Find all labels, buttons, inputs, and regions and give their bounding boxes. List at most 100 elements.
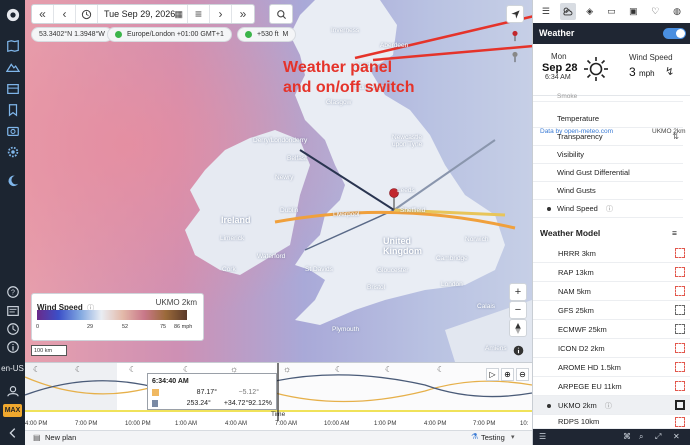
layers-icon[interactable] bbox=[4, 80, 21, 97]
map-label-liverpool: Liverpool bbox=[333, 211, 360, 218]
tab-layers[interactable]: ◈ bbox=[582, 3, 598, 20]
tab-menu[interactable]: ☰ bbox=[538, 3, 554, 20]
compass-button[interactable] bbox=[509, 319, 527, 337]
model-rap[interactable]: RAP 13km bbox=[533, 263, 690, 282]
elevation-chip[interactable]: +530 ft M bbox=[237, 27, 297, 42]
new-plan-icon: ▤ bbox=[33, 433, 41, 442]
sort-icon[interactable]: ⇅ bbox=[672, 128, 679, 146]
zoom-in-button[interactable]: + bbox=[509, 283, 527, 301]
timeline-tick: 7:00 AM bbox=[275, 421, 298, 427]
collapse-icon[interactable] bbox=[4, 424, 21, 441]
timeline-tick: 7:00 PM bbox=[75, 421, 98, 427]
coverage-bracket-icon bbox=[675, 417, 685, 427]
chevron-down-icon[interactable]: ▾ bbox=[511, 433, 515, 441]
timeline-zoom-in-button[interactable]: ⊕ bbox=[501, 368, 514, 381]
close-icon[interactable]: ✕ bbox=[673, 432, 680, 441]
tab-gallery[interactable]: ▣ bbox=[625, 3, 641, 20]
testing-dropdown[interactable]: Testing bbox=[481, 433, 505, 442]
tooltip-time: 6:34:40 AM bbox=[152, 378, 189, 385]
step-forward-button[interactable]: › bbox=[210, 5, 232, 23]
sun-swatch bbox=[152, 389, 159, 396]
model-hrrr[interactable]: HRRR 3km bbox=[533, 244, 690, 263]
search-box bbox=[269, 4, 293, 24]
search-button[interactable] bbox=[270, 5, 292, 23]
step-back-button[interactable]: ‹ bbox=[54, 5, 76, 23]
camera-icon[interactable] bbox=[4, 122, 21, 139]
pin-tool-alt-button[interactable] bbox=[506, 48, 524, 66]
model-arpege[interactable]: ARPEGE EU 11km bbox=[533, 377, 690, 396]
weather-toggle-switch[interactable] bbox=[663, 28, 686, 39]
map-label-uk: United Kingdom bbox=[383, 236, 422, 256]
info-icon[interactable] bbox=[4, 338, 21, 355]
info-icon[interactable]: ⓘ bbox=[605, 403, 612, 410]
model-ecmwf[interactable]: ECMWF 25km bbox=[533, 320, 690, 339]
clock-button[interactable] bbox=[76, 5, 98, 23]
timezone-chip[interactable]: Europe/London +01:00 GMT+1 bbox=[107, 27, 232, 42]
link-icon[interactable]: ⌘ bbox=[623, 432, 631, 441]
mountain-icon[interactable] bbox=[4, 58, 21, 75]
search-icon[interactable]: ⌕ bbox=[639, 432, 643, 442]
model-ukmo[interactable]: UKMO 2km ⓘ bbox=[533, 396, 690, 415]
model-menu-icon[interactable]: ≡ bbox=[672, 224, 677, 242]
variable-wind-gust-differential[interactable]: Wind Gust Differential bbox=[533, 164, 683, 182]
map-label-london: London bbox=[441, 281, 463, 288]
map-label-waterford: Waterford bbox=[257, 253, 286, 260]
map-canvas[interactable]: Inverness Aberdeen Dundee Edinburgh Glas… bbox=[25, 0, 532, 362]
account-icon[interactable] bbox=[4, 382, 21, 399]
pin-tool-button[interactable] bbox=[506, 27, 524, 45]
coordinates-chip[interactable]: 53.3402°N 1.3948°W bbox=[31, 27, 113, 42]
news-icon[interactable] bbox=[4, 302, 21, 319]
bookmark-icon[interactable] bbox=[4, 101, 21, 118]
model-nam[interactable]: NAM 5km bbox=[533, 282, 690, 301]
app-logo-icon[interactable] bbox=[4, 6, 21, 23]
tab-weather[interactable] bbox=[559, 2, 576, 20]
fullscreen-icon[interactable]: ⤢ bbox=[655, 432, 661, 442]
play-button[interactable]: ▷ bbox=[486, 368, 499, 381]
timeline-zoom-out-button[interactable]: ⊖ bbox=[516, 368, 529, 381]
skip-forward-button[interactable]: » bbox=[232, 5, 254, 23]
locate-button[interactable] bbox=[506, 5, 524, 23]
map-label-cork: Cork bbox=[222, 266, 236, 273]
variable-wind-gusts[interactable]: Wind Gusts bbox=[533, 182, 683, 200]
menu-button[interactable]: ≡ bbox=[188, 5, 210, 23]
plan-badge[interactable]: MAX bbox=[3, 404, 22, 417]
map-scale: 100 km bbox=[31, 345, 67, 356]
language-selector[interactable]: en-US bbox=[0, 364, 25, 373]
model-icon-d2[interactable]: ICON D2 2km bbox=[533, 339, 690, 358]
model-arome[interactable]: AROME HD 1.5km bbox=[533, 358, 690, 377]
list-icon[interactable]: ☰ bbox=[539, 432, 546, 441]
moon-icon[interactable] bbox=[4, 172, 21, 189]
weather-panel: ☰ ◈ ▭ ▣ ♡ ◍ Weather Mon Sep 28 6:34 AM W… bbox=[532, 0, 690, 445]
help-icon[interactable]: ? bbox=[4, 283, 21, 300]
date-picker[interactable]: Tue Sep 29, 2026 ▦ bbox=[98, 5, 188, 23]
legend-model: UKMO 2km bbox=[155, 298, 197, 307]
timeline-tick: 7:00 PM bbox=[473, 421, 496, 427]
info-icon[interactable]: ⓘ bbox=[606, 206, 613, 213]
skip-back-button[interactable]: « bbox=[32, 5, 54, 23]
tab-planets[interactable]: ◍ bbox=[669, 3, 685, 20]
panel-footer: ☰ ⌘ ⌕ ⤢ ✕ bbox=[533, 429, 690, 445]
tab-photos[interactable]: ▭ bbox=[604, 3, 620, 20]
timeline-tick: 1:00 AM bbox=[175, 421, 198, 427]
model-rdps[interactable]: RDPS 10km bbox=[533, 415, 690, 429]
map-icon[interactable] bbox=[4, 37, 21, 54]
settings-icon[interactable] bbox=[4, 143, 21, 160]
navigation-arrow-icon bbox=[510, 9, 520, 19]
variable-visibility[interactable]: Visibility bbox=[533, 146, 683, 164]
variable-temperature[interactable]: Temperature bbox=[533, 110, 683, 128]
variable-transparency[interactable]: Transparency ⇅ bbox=[533, 128, 683, 146]
timeline-chart[interactable]: ☾ ☾ ☾ ☾ ☼ ☼ ☾ ☾ ☾ ▷ ⊕ ⊖ 6:34:40 AM 87.17… bbox=[25, 362, 532, 430]
svg-text:?: ? bbox=[11, 289, 15, 296]
zoom-out-button[interactable]: − bbox=[509, 301, 527, 319]
new-plan-button[interactable]: New plan bbox=[45, 433, 76, 442]
variable-wind-speed[interactable]: Wind Speed ⓘ bbox=[533, 200, 683, 218]
history-icon[interactable] bbox=[4, 320, 21, 337]
tooltip-moon-azimuth: 253.24° bbox=[186, 400, 211, 407]
current-conditions: Mon Sep 28 6:34 AM Wind Speed 3 mph ↯ Da… bbox=[533, 44, 690, 135]
coverage-bracket-icon bbox=[675, 343, 685, 353]
tab-favorites[interactable]: ♡ bbox=[647, 3, 663, 20]
map-info-button[interactable] bbox=[509, 341, 527, 359]
model-gfs[interactable]: GFS 25km bbox=[533, 301, 690, 320]
variable-smoke[interactable]: Smoke bbox=[533, 92, 683, 102]
compass-icon bbox=[515, 322, 521, 334]
